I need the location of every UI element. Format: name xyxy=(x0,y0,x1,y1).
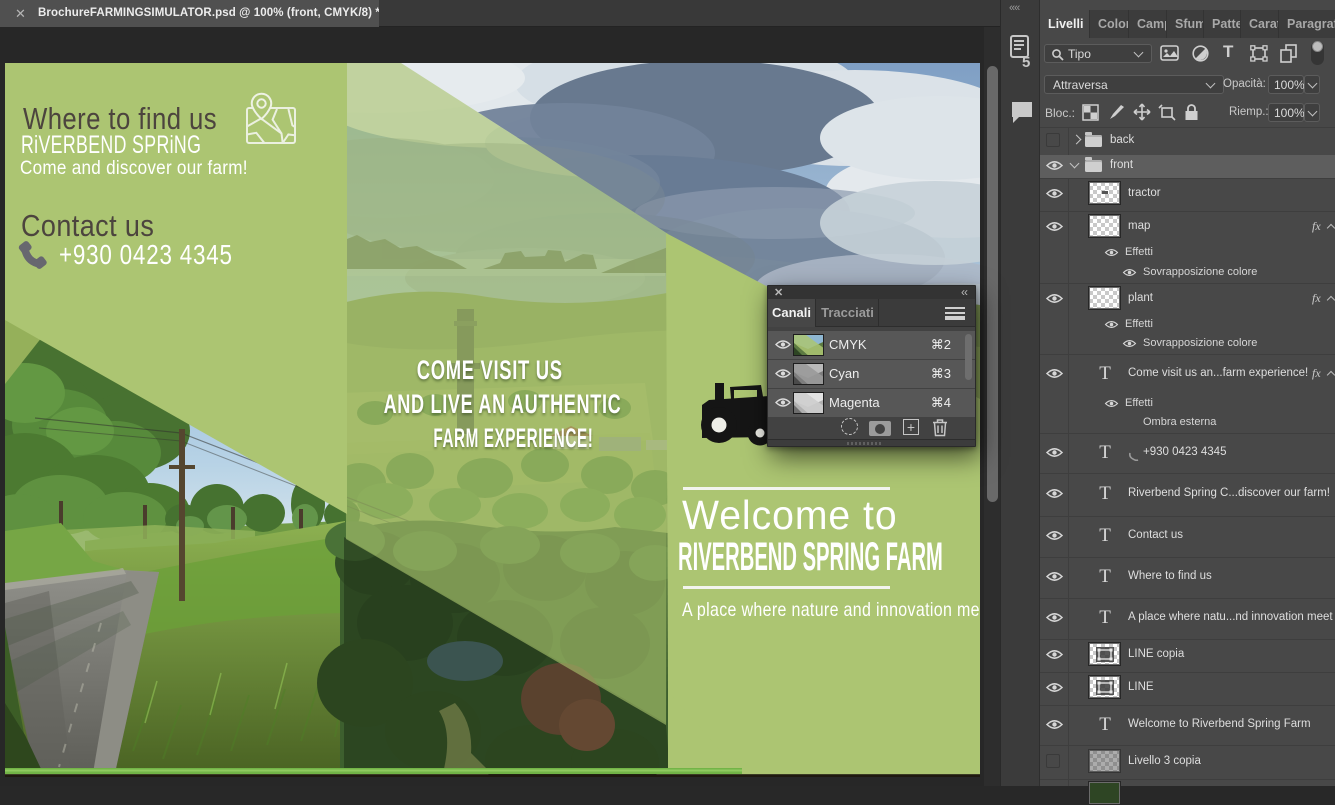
svg-text:5: 5 xyxy=(1022,54,1030,71)
